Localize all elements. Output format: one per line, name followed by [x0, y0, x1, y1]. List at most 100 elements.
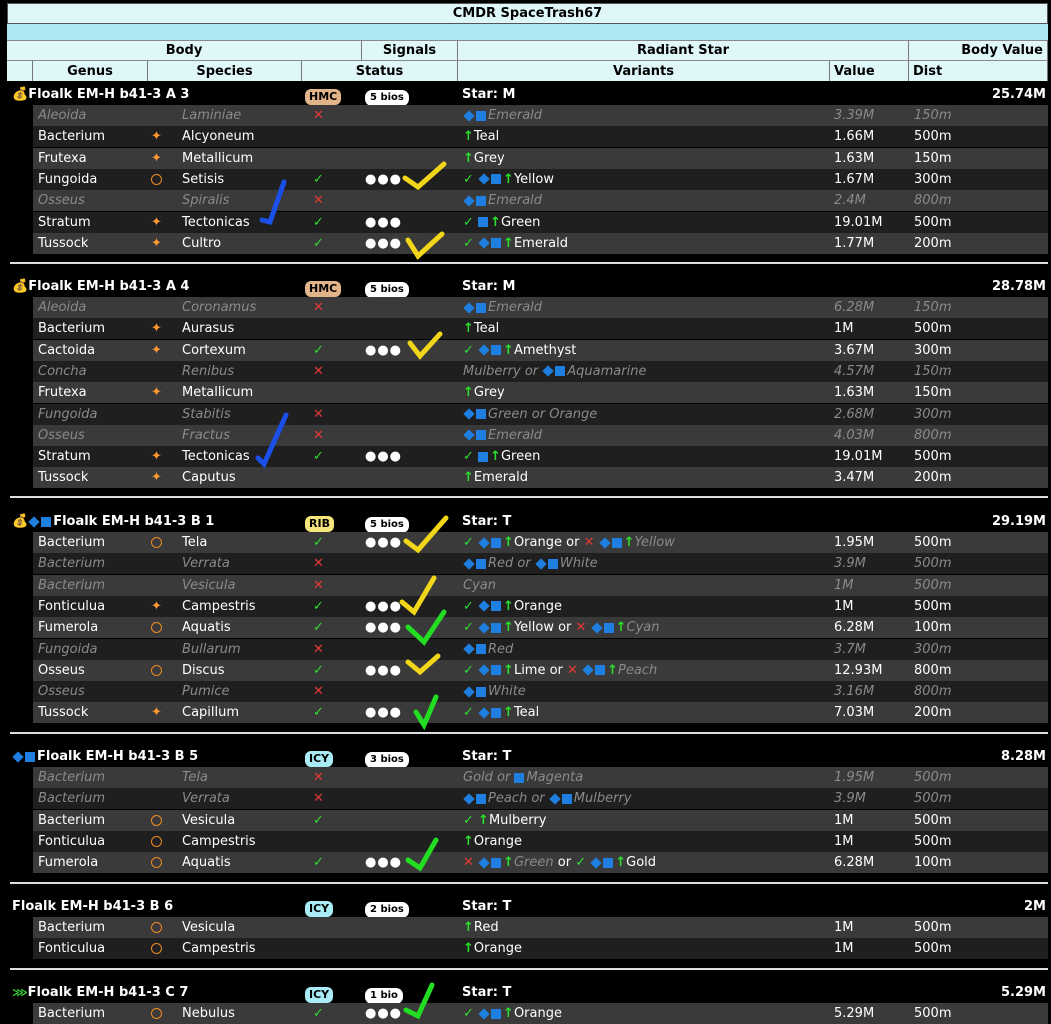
species-row[interactable]: Stratum ✦ Tectonicas ✓ ●●● ✓ ↑Green 19.0… [33, 211, 1048, 233]
progress-dots: ●●● [365, 662, 403, 678]
value-cell: 1.63M [834, 150, 875, 166]
species-row[interactable]: Osseus Spiralis ✕ Emerald 2.4M 800m [33, 190, 1048, 212]
species-row[interactable]: Bacterium Tela ✕ Gold or Magenta 1.95M 5… [33, 767, 1048, 788]
species-row[interactable]: Fungoida Bullarum ✕ Red 3.7M 300m [33, 638, 1048, 660]
species-cell: Laminiae [182, 108, 242, 123]
check-icon: ✓ [313, 620, 324, 636]
genus-column-header[interactable]: Genus [33, 60, 148, 81]
star-symbol-icon: ✦ [151, 214, 162, 230]
progress-dots: ●●● [365, 620, 403, 636]
species-row[interactable]: Aleoida Laminiae ✕ Emerald 3.39M 150m [33, 105, 1048, 126]
body-value: 25.74M [991, 87, 1046, 102]
species-row[interactable]: Cactoida ✦ Cortexum ✓ ●●● ✓ ↑Amethyst 3.… [33, 339, 1048, 361]
genus-cell: Tussock [38, 705, 89, 721]
species-row[interactable]: Fungoida Stabitis ✕ Green or Orange 2.68… [33, 403, 1048, 425]
dist-cell: 500m [914, 214, 952, 230]
variant-alt-name: Magenta [526, 770, 584, 785]
body-name: Floalk EM-H b41-3 B 6 [12, 899, 174, 914]
money-bag-icon: 💰 [12, 279, 29, 294]
variant-name: White [488, 684, 526, 700]
species-row[interactable]: Fumerola Aquatis ✓ ●●● ✓ ↑Yellow or ✕ ↑C… [33, 617, 1048, 639]
body-header-row[interactable]: Floalk EM-H b41-3 B 5 ICY 3 bios Star: T… [0, 746, 1051, 768]
variant-name: Teal [513, 705, 540, 721]
species-row[interactable]: Bacterium Nebulus ✓ ●●● ✓ ↑Orange 5.29M … [33, 1003, 1048, 1024]
value-cell: 19.01M [834, 214, 883, 230]
variant-alt-name: Cyan [626, 620, 660, 636]
species-row[interactable]: Bacterium Vesicula ↑Red 1M 500m [33, 917, 1048, 938]
diamond-icon [478, 857, 490, 869]
species-row[interactable]: Frutexa ✦ Metallicum ↑Grey 1.63M 150m [33, 147, 1048, 169]
species-row[interactable]: Bacterium Verrata ✕ Red or White 3.9M 50… [33, 553, 1048, 575]
flower-symbol-icon [151, 664, 162, 676]
species-row[interactable]: Osseus Pumice ✕ White 3.16M 800m [33, 681, 1048, 703]
species-row[interactable]: Tussock ✦ Capillum ✓ ●●● ✓ ↑Teal 7.03M 2… [33, 702, 1048, 724]
species-row[interactable]: Bacterium Tela ✓ ●●● ✓ ↑Orange or ✕ ↑Yel… [33, 532, 1048, 553]
variants-cell: ↑Orange [463, 938, 522, 959]
body-header-row[interactable]: 💰Floalk EM-H b41-3 A 4 HMC 5 bios Star: … [0, 276, 1051, 298]
dist-column-header[interactable]: Dist [909, 60, 1048, 81]
species-row[interactable]: Fonticulua ✦ Campestris ✓ ●●● ✓ ↑Orange … [33, 595, 1048, 617]
square-icon [476, 558, 486, 569]
dist-cell: 300m [914, 406, 952, 422]
variants-cell: Emerald [463, 190, 542, 211]
body-header-row[interactable]: ⋙Floalk EM-H b41-3 C 7 ICY 1 bio Star: T… [0, 982, 1051, 1004]
species-cell: Nebulus [182, 1006, 235, 1021]
body-name: Floalk EM-H b41-3 B 1 [53, 514, 215, 529]
species-cell: Spiralis [182, 193, 230, 209]
up-arrow-icon: ↑ [503, 620, 514, 636]
species-row[interactable]: Bacterium ✦ Aurasus ↑Teal 1M 500m [33, 318, 1048, 340]
species-row[interactable]: Fonticulua Campestris ↑Orange 1M 500m [33, 830, 1048, 852]
body-header-row[interactable]: Floalk EM-H b41-3 B 6 ICY 2 bios Star: T… [0, 896, 1051, 918]
variant-name: Emerald [473, 470, 528, 486]
species-row[interactable]: Tussock ✦ Caputus ↑Emerald 3.47M 200m [33, 467, 1048, 489]
value-cell: 1.95M [834, 770, 875, 785]
species-row[interactable]: Bacterium Verrata ✕ Peach or Mulberry 3.… [33, 788, 1048, 810]
dist-cell: 150m [914, 108, 952, 123]
up-arrow-icon: ↑ [463, 150, 474, 166]
body-header-row[interactable]: 💰 Floalk EM-H b41-3 B 1 RIB 5 bios Star: … [0, 511, 1051, 533]
variants-cell: Red [463, 639, 513, 660]
body-type-badge: RIB [305, 516, 334, 532]
species-cell: Cortexum [182, 342, 246, 358]
up-arrow-icon: ↑ [503, 855, 514, 871]
species-row[interactable]: Frutexa ✦ Metallicum ↑Grey 1.63M 150m [33, 382, 1048, 404]
species-row[interactable]: Bacterium Vesicula ✓ ✓ ↑Mulberry 1M 500m [33, 809, 1048, 831]
dist-cell: 200m [914, 470, 952, 486]
variants-cell: ✓ ↑Yellow or ✕ ↑Cyan [463, 617, 659, 638]
species-row[interactable]: Stratum ✦ Tectonicas ✓ ●●● ✓ ↑Green 19.0… [33, 446, 1048, 468]
species-row[interactable]: Fumerola Aquatis ✓ ●●● ✕ ↑Green or ✓ ↑Go… [33, 852, 1048, 874]
variant-name: Emerald [488, 300, 543, 315]
species-row[interactable]: Tussock ✦ Cultro ✓ ●●● ✓ ↑Emerald 1.77M … [33, 232, 1048, 254]
species-row[interactable]: Osseus Fractus ✕ Emerald 4.03M 800m [33, 424, 1048, 446]
value-cell: 1M [834, 321, 854, 337]
genus-cell: Fungoida [38, 406, 98, 422]
status-column-header[interactable]: Status [302, 60, 458, 81]
genus-cell: Bacterium [38, 1006, 105, 1021]
species-row[interactable]: Fungoida Setisis ✓ ●●● ✓ ↑Yellow 1.67M 3… [33, 168, 1048, 190]
body-header-row[interactable]: 💰Floalk EM-H b41-3 A 3 HMC 5 bios Star: … [0, 84, 1051, 106]
variant-name: Orange or [513, 535, 580, 550]
check-icon: ✓ [463, 705, 474, 721]
species-row[interactable]: Fonticulua Campestris ↑Orange 1M 500m [33, 938, 1048, 960]
dist-cell: 500m [914, 812, 952, 828]
diamond-icon [28, 515, 40, 528]
progress-dots: ●●● [365, 449, 403, 465]
variants-column-header[interactable]: Variants [458, 60, 830, 81]
species-row[interactable]: Osseus Discus ✓ ●●● ✓ ↑Lime or ✕ ↑Peach … [33, 659, 1048, 681]
up-arrow-icon: ↑ [463, 470, 474, 486]
species-column-header[interactable]: Species [148, 60, 302, 81]
body-type-badge: HMC [305, 281, 342, 297]
variants-cell: White [463, 681, 526, 702]
body-name: Floalk EM-H b41-3 C 7 [27, 985, 189, 1000]
species-row[interactable]: Bacterium ✦ Alcyoneum ↑Teal 1.66M 500m [33, 126, 1048, 148]
genus-cell: Fonticulua [38, 833, 106, 849]
value-column-header[interactable]: Value [830, 60, 909, 81]
species-row[interactable]: Concha Renibus ✕ Mulberry or Aquamarine … [33, 360, 1048, 382]
species-row[interactable]: Bacterium Vesicula ✕ Cyan 1M 500m [33, 574, 1048, 596]
genus-cell: Bacterium [38, 556, 105, 572]
square-icon [603, 622, 614, 633]
species-row[interactable]: Aleoida Coronamus ✕ Emerald 6.28M 150m [33, 297, 1048, 318]
up-arrow-icon: ↑ [503, 535, 514, 550]
progress-dots: ●●● [365, 855, 403, 871]
dist-cell: 150m [914, 385, 952, 401]
